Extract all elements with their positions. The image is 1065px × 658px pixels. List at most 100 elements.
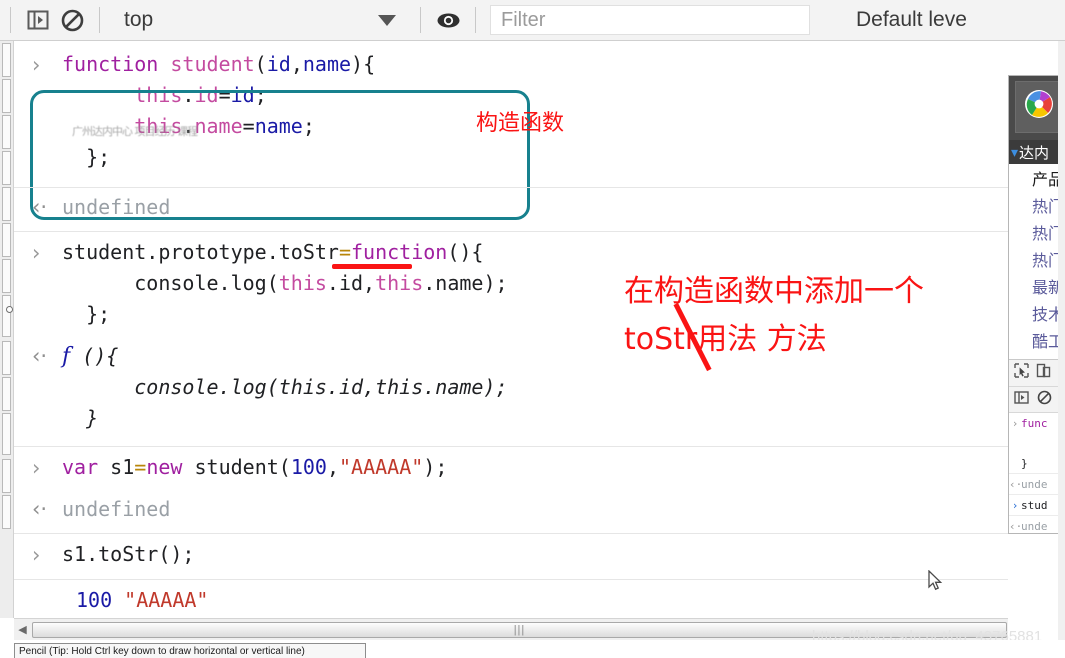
console-code: console.log(this.id,this.name); — [134, 271, 508, 295]
console-code: this.id=id; — [134, 83, 267, 107]
log-level-selector[interactable]: Default leve — [856, 8, 967, 32]
mini-console-row[interactable]: › func — [1009, 413, 1064, 433]
strip-seg — [2, 341, 11, 375]
devtools-console-toolbar: top Filter Default leve — [0, 0, 1065, 41]
site-title-bar: ▾ 达内 — [1009, 140, 1064, 164]
console-code: student.prototype.toStr=function(){ — [62, 240, 484, 264]
strip-seg — [2, 43, 11, 77]
device-toolbar-icon[interactable] — [1035, 362, 1052, 384]
site-nav-list: 产品 热门 热门 热门 最新 技术 酷工 — [1009, 164, 1064, 353]
mini-console-text: stud — [1021, 498, 1048, 512]
list-item[interactable]: 最新 — [1009, 272, 1064, 299]
chevron-down-icon — [378, 14, 396, 26]
list-item[interactable]: 产品 — [1009, 164, 1064, 191]
annotation-note-line2: toStr用法 方法 — [624, 322, 827, 357]
console-code: 100 "AAAAA" — [76, 588, 209, 612]
entry-divider — [14, 187, 1008, 188]
mini-input-marker: › — [1011, 498, 1019, 512]
toolbar-divider-2 — [420, 7, 421, 33]
input-marker: › — [32, 241, 41, 265]
strip-seg — [2, 79, 11, 113]
mini-console-text: unde — [1021, 477, 1048, 491]
console-code: } — [62, 406, 99, 430]
console-code: }; — [86, 145, 111, 169]
right-edge-band — [1058, 41, 1065, 658]
eye-live-expression-icon[interactable] — [431, 3, 465, 37]
site-title-text: 达内 — [1019, 144, 1050, 162]
mini-output-marker: ‹· — [1009, 519, 1023, 533]
entry-divider — [14, 231, 1008, 232]
devtools-mini-toolbar-row1 — [1009, 360, 1064, 387]
strip-seg — [2, 151, 11, 185]
mini-console-row[interactable]: ‹· unde — [1009, 516, 1064, 533]
app-root: top Filter Default leve › function stude… — [0, 0, 1065, 658]
inspect-element-icon[interactable] — [1013, 362, 1030, 384]
strip-seg — [2, 295, 11, 337]
toolbar-divider-0 — [10, 7, 11, 33]
list-item[interactable]: 热门 — [1009, 245, 1064, 272]
browser-window-preview — [1009, 76, 1064, 140]
strip-seg — [2, 413, 11, 455]
console-code: }; — [86, 302, 111, 326]
list-item[interactable]: 酷工 — [1009, 326, 1064, 353]
console-code: undefined — [62, 497, 171, 521]
toolbar-divider-3 — [475, 7, 476, 33]
strip-seg — [2, 259, 11, 293]
output-marker: ‹· — [32, 195, 48, 219]
chevron-left-icon[interactable]: ◀ — [14, 620, 31, 640]
sidebar-panel-icon[interactable] — [1013, 389, 1030, 411]
no-entry-clear-icon[interactable] — [1036, 389, 1053, 411]
output-marker: ‹· — [32, 344, 48, 368]
mini-console-row[interactable]: › stud — [1009, 495, 1064, 515]
list-item[interactable]: 热门 — [1009, 191, 1064, 218]
console-code: s1.toStr(); — [62, 542, 195, 566]
resize-handle-dot[interactable] — [6, 306, 13, 313]
mini-output-marker: ‹· — [1009, 477, 1023, 491]
right-side-panel: ▾ 达内 产品 热门 热门 热门 最新 技术 酷工 › func} ‹· un… — [1008, 75, 1065, 534]
entry-divider — [14, 446, 1008, 447]
list-item[interactable]: 技术 — [1009, 299, 1064, 326]
execution-context-value: top — [124, 8, 154, 31]
sidebar-panel-icon[interactable] — [21, 3, 55, 37]
mini-console-text: } — [1021, 456, 1028, 470]
strip-seg — [2, 459, 11, 493]
annotation-constructor-label: 构造函数 — [476, 111, 565, 136]
mini-console-row[interactable]: } — [1009, 453, 1064, 473]
console-code: f (){ — [62, 344, 119, 369]
strip-seg — [2, 495, 11, 529]
embedded-watermark-text: 广州达内中心 项目经历 课程 — [72, 125, 198, 138]
annotation-underline-tostr — [332, 264, 412, 269]
devtools-mini-toolbar-row2 — [1009, 387, 1064, 413]
strip-seg — [2, 115, 11, 149]
mini-console-preview: › func } ‹· unde › stud ‹· unde — [1009, 413, 1064, 533]
mini-console-text: unde — [1021, 519, 1048, 533]
blue-bookmark-icon: ▾ — [1011, 143, 1019, 160]
toolbar-divider-1 — [99, 7, 100, 33]
console-code: console.log(this.id,this.name); — [62, 375, 508, 399]
list-item[interactable]: 热门 — [1009, 218, 1064, 245]
strip-seg — [2, 377, 11, 411]
strip-seg — [2, 187, 11, 221]
mini-console-row[interactable]: ‹· unde — [1009, 474, 1064, 494]
no-entry-clear-icon[interactable] — [55, 3, 89, 37]
mini-console-row[interactable] — [1009, 433, 1064, 453]
grip-dots-icon: ||| — [513, 623, 526, 636]
mini-input-marker: › — [1011, 416, 1019, 430]
filter-placeholder: Filter — [501, 8, 546, 31]
annotation-note-line1: 在构造函数中添加一个 — [624, 274, 924, 309]
mouse-pointer-icon — [927, 569, 943, 597]
console-code: function student(id,name){ — [62, 52, 376, 76]
execution-context-selector[interactable]: top — [110, 4, 410, 36]
left-scroll-strip[interactable] — [0, 41, 14, 618]
entry-divider — [14, 533, 1008, 534]
tool-tooltip: Pencil (Tip: Hold Ctrl key down to draw … — [14, 643, 366, 658]
input-marker: › — [32, 53, 41, 77]
input-marker: › — [32, 456, 41, 480]
output-marker: ‹· — [32, 497, 48, 521]
entry-divider — [14, 579, 1008, 580]
filter-input[interactable]: Filter — [490, 5, 810, 35]
chrome-logo-icon — [1023, 88, 1055, 125]
mini-console-text: func — [1021, 416, 1048, 430]
strip-seg — [2, 223, 11, 257]
console-code: undefined — [62, 195, 171, 219]
